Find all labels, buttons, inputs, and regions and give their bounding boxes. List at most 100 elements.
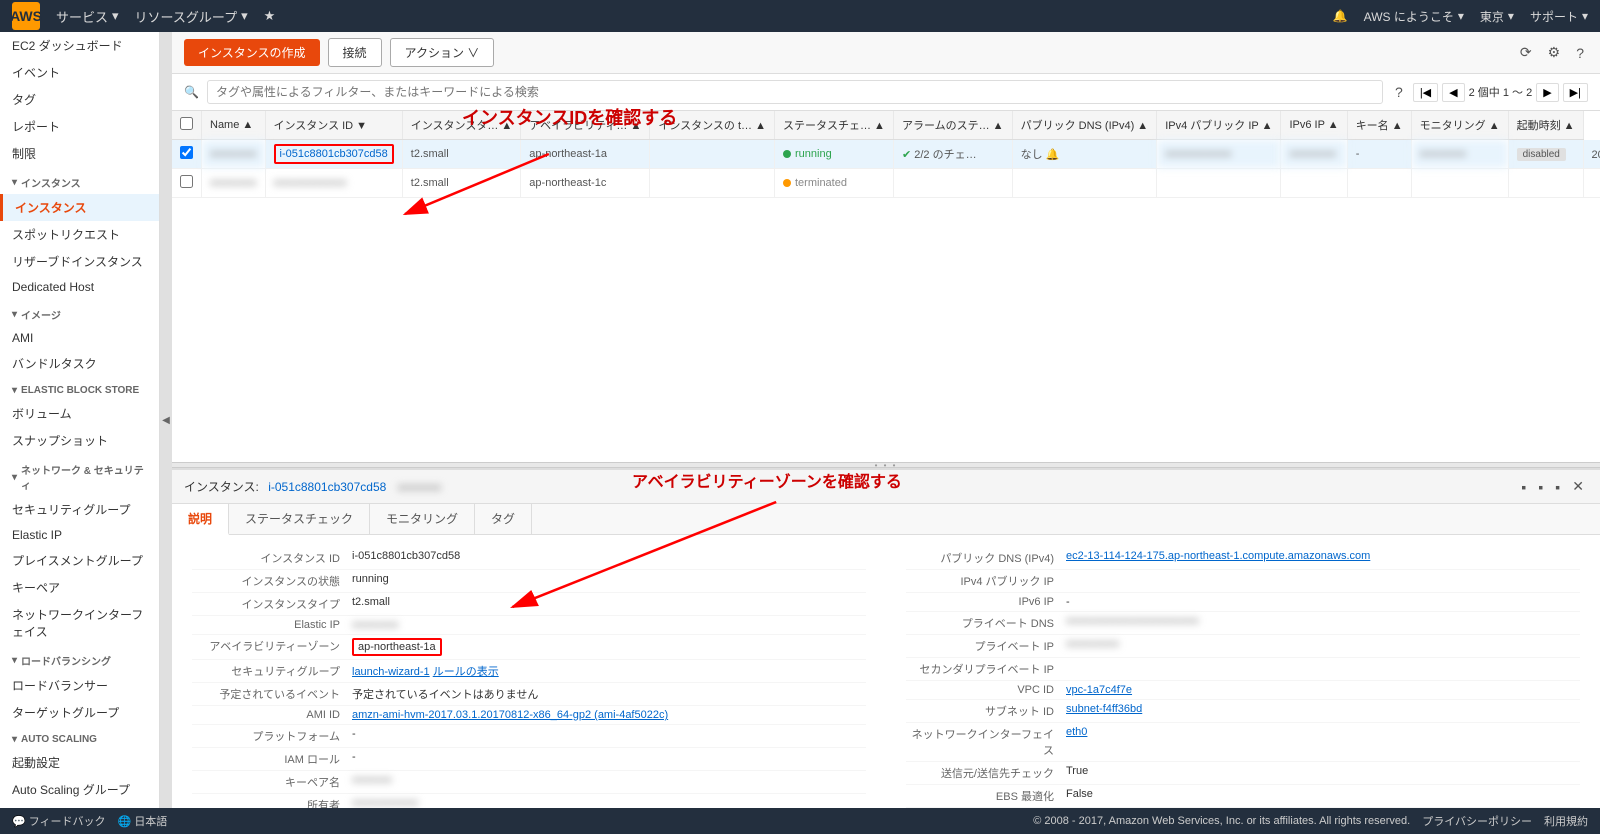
row-type2 [650, 169, 775, 198]
feedback-link[interactable]: 💬 フィードバック [12, 813, 106, 829]
sidebar-item-tags[interactable]: タグ [0, 86, 159, 113]
row-name: ●●●●●●● [202, 140, 266, 169]
table-annotation-wrapper: インスタンスIDを確認する 🔍 ? |◀ ◀ [172, 74, 1600, 462]
sidebar-item-target-groups[interactable]: ターゲットグループ [0, 699, 159, 726]
detail-label: インスタンスタイプ [192, 596, 352, 612]
sidebar-item-dedicated-host[interactable]: Dedicated Host [0, 275, 159, 299]
services-menu[interactable]: サービス ▾ [56, 7, 119, 26]
table-row[interactable]: ●●●●●●● i-051c8801cb307cd58 t2.small ap-… [172, 140, 1600, 169]
header-name[interactable]: Name ▲ [202, 111, 266, 140]
sidebar-item-reports[interactable]: レポート [0, 113, 159, 140]
detail-tab-tags[interactable]: タグ [475, 504, 532, 534]
row-instance-id[interactable]: i-051c8801cb307cd58 [265, 140, 402, 169]
toolbar: インスタンスの作成 接続 アクション ∨ ⟳ ⚙ ? [172, 32, 1600, 74]
instances-table-container: Name ▲ インスタンス ID ▼ インスタンスタ… ▲ アベイラビリティ… … [172, 111, 1600, 462]
refresh-button[interactable]: ⟳ [1516, 42, 1536, 63]
sidebar-item-spot-requests[interactable]: スポットリクエスト [0, 221, 159, 248]
detail-value: - [352, 751, 866, 763]
next-page-button[interactable]: ▶ [1536, 83, 1558, 102]
detail-tab-monitoring[interactable]: モニタリング [370, 504, 475, 534]
header-checkbox-col[interactable] [172, 111, 202, 140]
panel-icon-2[interactable]: ▪ [1534, 476, 1547, 497]
detail-field-right: パブリック DNS (IPv4) ec2-13-114-124-175.ap-n… [906, 547, 1580, 570]
select-all-checkbox[interactable] [180, 117, 193, 130]
row-public-dns [1157, 169, 1281, 198]
row-instance-id[interactable]: ●●●●●●●●●●● [265, 169, 402, 198]
terms-link[interactable]: 利用規約 [1544, 813, 1588, 829]
sidebar-item-events[interactable]: イベント [0, 59, 159, 86]
sidebar-item-ami[interactable]: AMI [0, 326, 159, 350]
account-menu[interactable]: AWS にようこそ▾ [1364, 8, 1464, 25]
sidebar-item-reserved-instances[interactable]: リザーブドインスタンス [0, 248, 159, 275]
copyright-text: © 2008 - 2017, Amazon Web Services, Inc.… [1033, 815, 1410, 827]
table-header-row: Name ▲ インスタンス ID ▼ インスタンスタ… ▲ アベイラビリティ… … [172, 111, 1600, 140]
help-button[interactable]: ? [1572, 43, 1588, 63]
detail-label: セカンダリプライベート IP [906, 661, 1066, 677]
panel-icon-3[interactable]: ▪ [1551, 476, 1564, 497]
sidebar-item-elastic-ip[interactable]: Elastic IP [0, 523, 159, 547]
header-launch-time[interactable]: 起動時刻 ▲ [1508, 111, 1583, 140]
search-input[interactable] [207, 80, 1383, 104]
header-key-name[interactable]: キー名 ▲ [1347, 111, 1411, 140]
sidebar-item-key-pairs[interactable]: キーペア [0, 574, 159, 601]
detail-label: ネットワークインターフェイス [906, 726, 1066, 758]
connect-button[interactable]: 接続 [328, 38, 382, 67]
header-status-check[interactable]: ステータスチェ… ▲ [775, 111, 894, 140]
create-instance-button[interactable]: インスタンスの作成 [184, 39, 320, 66]
header-alarm[interactable]: アラームのステ… ▲ [893, 111, 1012, 140]
detail-value: False [1066, 788, 1580, 800]
header-az[interactable]: アベイラビリティ… ▲ [521, 111, 650, 140]
header-ipv6[interactable]: IPv6 IP ▲ [1281, 111, 1347, 140]
language-selector[interactable]: 🌐 日本語 [118, 813, 168, 829]
prev-page-button[interactable]: ◀ [1442, 83, 1464, 102]
region-menu[interactable]: 東京▾ [1480, 8, 1514, 25]
panel-icon-1[interactable]: ▪ [1517, 476, 1530, 497]
detail-tab-status-check[interactable]: ステータスチェック [229, 504, 370, 534]
sidebar-item-volumes[interactable]: ボリューム [0, 400, 159, 427]
header-monitoring[interactable]: モニタリング ▲ [1411, 111, 1508, 140]
detail-value: amzn-ami-hvm-2017.03.1.20170812-x86_64-g… [352, 709, 866, 721]
sidebar-item-placement-groups[interactable]: プレイスメントグループ [0, 547, 159, 574]
sidebar-toggle[interactable]: ◀ [160, 32, 172, 808]
detail-field-left: キーペア名 ●●●●●● [192, 771, 866, 794]
panel-close-button[interactable]: ✕ [1568, 476, 1588, 497]
sidebar-item-instances[interactable]: インスタンス [0, 194, 159, 221]
sidebar: EC2 ダッシュボード イベント タグ レポート 制限 ▾ インスタンス インス… [0, 32, 160, 808]
notifications-bell[interactable]: 🔔 [1333, 9, 1348, 23]
detail-field-right: 送信元/送信先チェック True [906, 762, 1580, 785]
privacy-policy-link[interactable]: プライバシーポリシー [1422, 813, 1532, 829]
header-instance-type2[interactable]: インスタンスの t… ▲ [650, 111, 775, 140]
actions-button[interactable]: アクション ∨ [390, 38, 495, 67]
header-instance-id[interactable]: インスタンス ID ▼ [265, 111, 402, 140]
table-row[interactable]: ●●●●●●● ●●●●●●●●●●● t2.small ap-northeas… [172, 169, 1600, 198]
sidebar-item-snapshots[interactable]: スナップショット [0, 427, 159, 454]
detail-instance-label: インスタンス: i-051c8801cb307cd58 ●●●●●● [184, 478, 441, 495]
row-checkbox[interactable] [172, 140, 202, 169]
sidebar-item-ec2-dashboard[interactable]: EC2 ダッシュボード [0, 32, 159, 59]
row-ipv4: ●●●●●●● [1281, 140, 1347, 169]
last-page-button[interactable]: ▶| [1563, 83, 1588, 102]
row-type: t2.small [402, 140, 521, 169]
sidebar-item-security-groups[interactable]: セキュリティグループ [0, 496, 159, 523]
detail-tab-description[interactable]: 説明 [172, 504, 229, 535]
favorites-button[interactable]: ★ [264, 8, 276, 24]
sidebar-item-auto-scaling-groups[interactable]: Auto Scaling グループ [0, 776, 159, 803]
sidebar-section-load-balancing: ▾ ロードバランシング [0, 645, 159, 672]
resource-groups-menu[interactable]: リソースグループ ▾ [135, 7, 248, 26]
header-instance-type[interactable]: インスタンスタ… ▲ [402, 111, 521, 140]
sidebar-item-launch-configs[interactable]: 起動設定 [0, 749, 159, 776]
sidebar-item-limits[interactable]: 制限 [0, 140, 159, 167]
header-ipv4[interactable]: IPv4 パブリック IP ▲ [1157, 111, 1281, 140]
detail-field-left: Elastic IP ●●●●●●● [192, 616, 866, 635]
first-page-button[interactable]: |◀ [1413, 83, 1438, 102]
sidebar-item-network-interfaces[interactable]: ネットワークインターフェイス [0, 601, 159, 645]
support-menu[interactable]: サポート▾ [1530, 8, 1588, 25]
sidebar-item-load-balancers[interactable]: ロードバランサー [0, 672, 159, 699]
settings-button[interactable]: ⚙ [1544, 42, 1565, 63]
row-checkbox[interactable] [172, 169, 202, 198]
sidebar-item-bundle-tasks[interactable]: バンドルタスク [0, 350, 159, 377]
search-help-button[interactable]: ? [1391, 82, 1407, 102]
detail-value: ●●●●●●●●●●●●●●●●●●●● [1066, 615, 1580, 627]
header-public-dns[interactable]: パブリック DNS (IPv4) ▲ [1012, 111, 1157, 140]
detail-value: True [1066, 765, 1580, 777]
